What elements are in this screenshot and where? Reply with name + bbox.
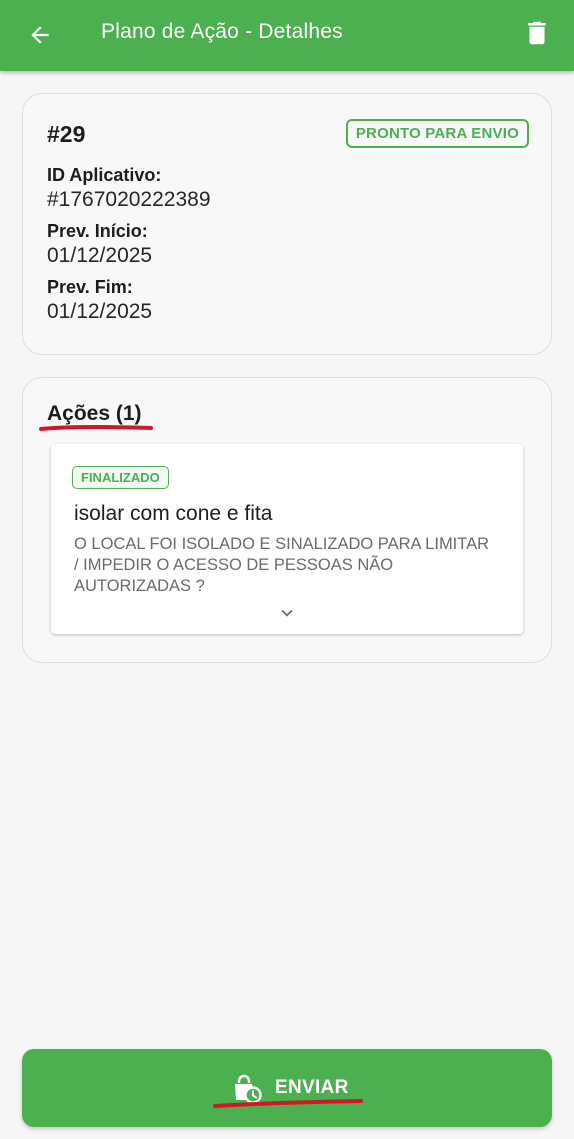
field-label-prev-inicio: Prev. Início: <box>47 221 148 241</box>
red-underline-annotation <box>39 425 153 431</box>
actions-card: Ações (1) FINALIZADO isolar com cone e f… <box>22 377 552 663</box>
chevron-down-icon <box>281 609 293 617</box>
red-underline-annotation-send <box>213 1099 363 1108</box>
page-title: Plano de Ação - Detalhes <box>101 20 343 43</box>
actions-section-title: Ações (1) <box>47 402 142 425</box>
action-item[interactable]: FINALIZADO isolar com cone e fita O LOCA… <box>51 444 523 634</box>
action-description: O LOCAL FOI ISOLADO E SINALIZADO PARA LI… <box>74 535 490 595</box>
action-name: isolar com cone e fita <box>74 502 273 525</box>
back-button[interactable] <box>24 19 56 51</box>
field-label-id-aplicativo: ID Aplicativo: <box>47 165 162 185</box>
app-bar: Plano de Ação - Detalhes <box>0 0 574 71</box>
plan-info-card: #29 PRONTO PARA ENVIO ID Aplicativo: #17… <box>22 93 552 355</box>
delete-button[interactable] <box>520 16 554 50</box>
field-label-prev-fim: Prev. Fim: <box>47 277 133 297</box>
plan-number: #29 <box>47 121 86 147</box>
status-badge: PRONTO PARA ENVIO <box>345 119 529 148</box>
trash-icon <box>528 21 546 45</box>
field-value-prev-fim: 01/12/2025 <box>47 300 153 323</box>
field-value-prev-inicio: 01/12/2025 <box>47 244 153 267</box>
field-value-id-aplicativo: #1767020222389 <box>47 188 211 211</box>
action-status-badge: FINALIZADO <box>72 466 169 489</box>
send-button-label: ENVIAR <box>275 1077 349 1098</box>
expand-button[interactable] <box>275 601 299 625</box>
send-button[interactable]: ENVIAR <box>22 1049 552 1127</box>
arrow-left-icon <box>31 26 49 44</box>
